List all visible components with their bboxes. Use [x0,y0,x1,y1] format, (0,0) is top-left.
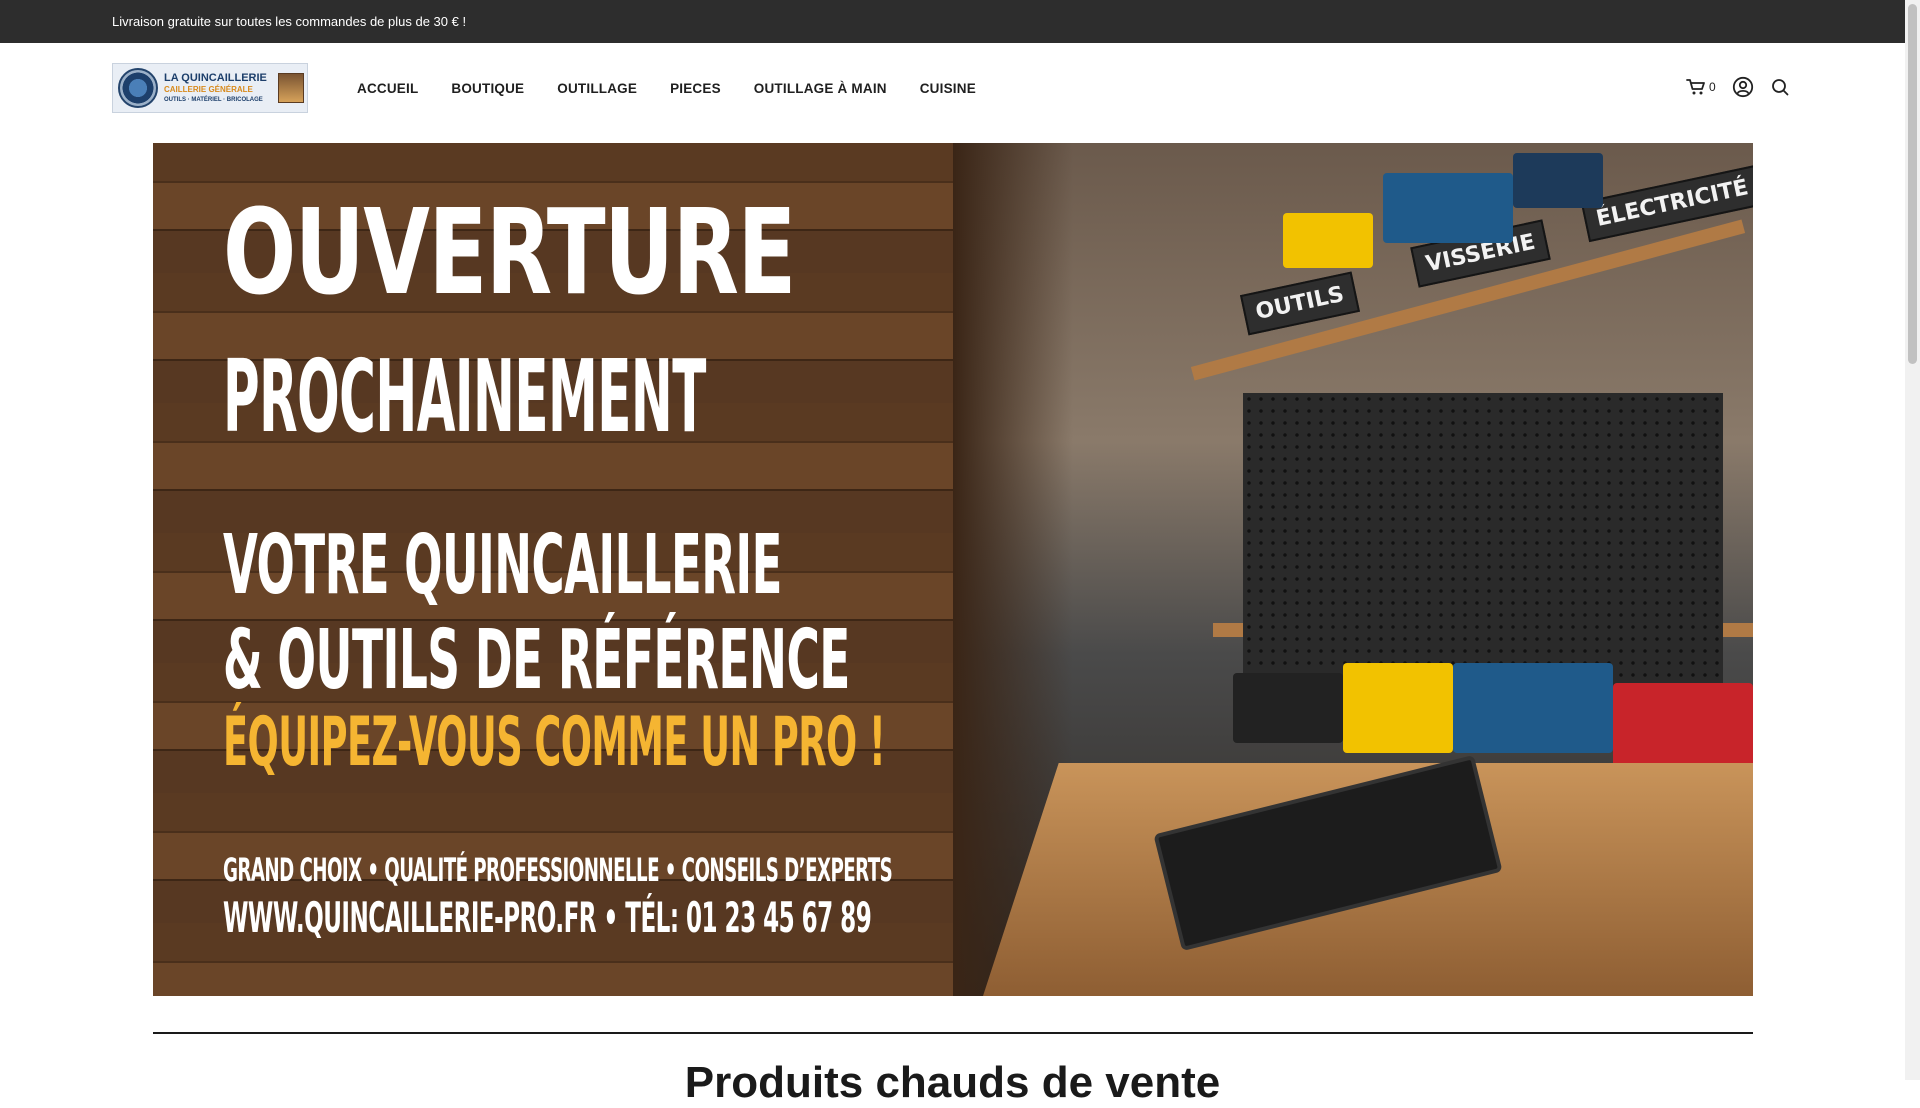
toolbox-black [1233,673,1343,743]
site-logo[interactable]: LA QUINCAILLERIE CAILLERIE GÉNÉRALE OUTI… [112,63,308,113]
toolbox-blue-2 [1453,663,1613,753]
cart-button[interactable]: 0 [1686,78,1716,96]
toolbox-red [1613,683,1753,773]
header-icons: 0 [1686,76,1789,98]
user-account-icon [1732,76,1753,98]
hero-contact: WWW.QUINCAILLERIE-PRO.FR • TÉL: 01 23 45… [223,893,872,942]
search-icon [1771,79,1789,96]
hero-subtitle-line-1: VOTRE QUINCAILLERIE [223,518,782,613]
nav-item-outillage[interactable]: OUTILLAGE [557,81,637,96]
toolbox-blue [1383,173,1513,243]
cart-count-badge: 0 [1709,80,1716,94]
logo-line-3: OUTILS · MATÉRIEL · BRICOLAGE [164,97,263,103]
announcement-text: Livraison gratuite sur toutes les comman… [112,14,467,29]
page-scrollbar[interactable] [1905,0,1920,1080]
hero-title-prochainement: PROCHAINEMENT [223,338,706,455]
hero-features: GRAND CHOIX • QUALITÉ PROFESSIONNELLE • … [223,851,893,889]
logo-text: LA QUINCAILLERIE CAILLERIE GÉNÉRALE OUTI… [164,72,274,104]
nav-item-cuisine[interactable]: CUISINE [920,81,976,96]
scrollbar-thumb[interactable] [1908,4,1917,364]
announcement-bar: Livraison gratuite sur toutes les comman… [0,0,1905,43]
search-button[interactable] [1771,78,1789,96]
site-header: LA QUINCAILLERIE CAILLERIE GÉNÉRALE OUTI… [0,43,1905,133]
hero-banner[interactable]: OUTILS VISSERIE ÉLECTRICITÉ OUVERTURE PR… [153,143,1753,996]
toolbox-yellow [1283,213,1373,268]
logo-line-1: LA QUINCAILLERIE [164,72,267,84]
nav-item-outillage-a-main[interactable]: OUTILLAGE À MAIN [754,81,887,96]
hero-title-ouverture: OUVERTURE [223,183,796,321]
hero-tagline: ÉQUIPEZ-VOUS COMME UN PRO ! [223,703,886,782]
logo-shop-icon [278,73,304,103]
section-title: Produits chauds de vente [684,1058,1221,1107]
nav-item-boutique[interactable]: BOUTIQUE [451,81,524,96]
section-divider [153,1032,1753,1034]
toolbox-yellow-2 [1343,663,1453,753]
nav-item-pieces[interactable]: PIECES [670,81,721,96]
main-navigation: ACCUEIL BOUTIQUE OUTILLAGE PIECES OUTILL… [357,81,1009,96]
account-button[interactable] [1732,76,1754,98]
logo-emblem-icon [118,68,158,108]
nav-item-accueil[interactable]: ACCUEIL [357,81,418,96]
toolbox-navy [1513,153,1603,208]
logo-line-2: CAILLERIE GÉNÉRALE [164,85,253,94]
shopping-cart-icon [1686,79,1705,95]
hero-subtitle-line-2: & OUTILS DE RÉFÉRENCE [223,613,850,708]
